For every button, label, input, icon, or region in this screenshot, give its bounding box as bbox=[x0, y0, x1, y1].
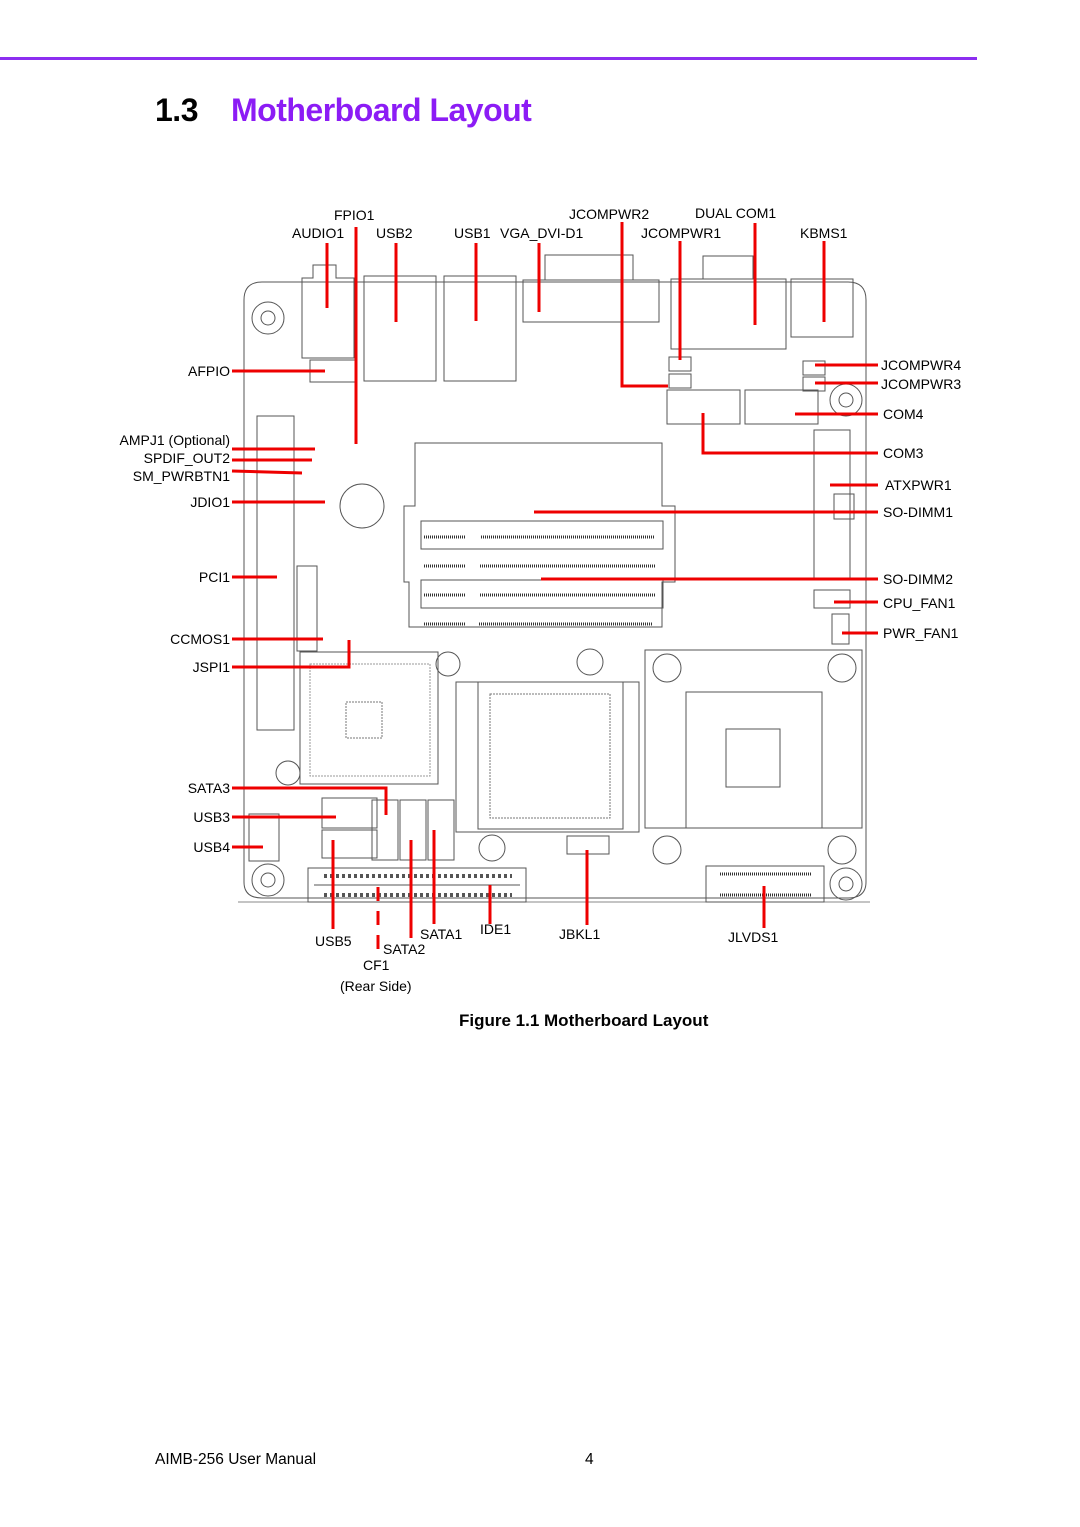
cpu-hole-br bbox=[827, 835, 857, 865]
usb2-connector bbox=[363, 275, 437, 382]
leader-sata3 bbox=[232, 786, 388, 815]
label-cpu-fan1: CPU_FAN1 bbox=[883, 595, 956, 611]
cpu-hole-tr bbox=[827, 653, 857, 683]
section-number: 1.3 bbox=[155, 92, 198, 128]
kbms-connector bbox=[790, 278, 854, 338]
chip-a-hole-tr bbox=[435, 651, 461, 677]
sata1-connector bbox=[427, 799, 455, 861]
pci-slot bbox=[256, 415, 295, 731]
label-sata1: SATA1 bbox=[420, 926, 462, 942]
cpu-fan-header bbox=[813, 589, 851, 609]
label-sata2: SATA2 bbox=[383, 941, 425, 957]
label-vga-dvi-d1: VGA_DVI-D1 bbox=[500, 225, 583, 241]
chip-b-hole-top bbox=[576, 648, 604, 676]
chip-a-hole-bl bbox=[275, 760, 301, 786]
mounting-hole-top-left bbox=[251, 301, 285, 335]
pwr-fan-header bbox=[831, 613, 850, 645]
leader-jspi1 bbox=[232, 640, 351, 669]
top-rule bbox=[0, 57, 977, 60]
label-jspi1: JSPI1 bbox=[193, 659, 231, 675]
chip-b-die bbox=[477, 681, 624, 830]
label-cf1: CF1 bbox=[363, 957, 390, 973]
cpu-socket-center bbox=[725, 728, 781, 788]
label-usb4: USB4 bbox=[193, 839, 230, 855]
label-sata3: SATA3 bbox=[188, 780, 230, 796]
dual-com-connector bbox=[670, 278, 787, 350]
label-ccmos1: CCMOS1 bbox=[170, 631, 230, 647]
jcompwr1-header bbox=[668, 373, 692, 389]
motherboard-diagram: FPIO1 AUDIO1 USB2 USB1 VGA_DVI-D1 JCOMPW… bbox=[120, 205, 962, 994]
label-fpio1: FPIO1 bbox=[334, 207, 375, 223]
so-dimm1-slot bbox=[420, 520, 664, 550]
label-jcompwr2: JCOMPWR2 bbox=[569, 206, 649, 222]
usb3-header bbox=[321, 797, 378, 829]
mounting-hole-right bbox=[829, 383, 863, 417]
vga-dvi-shell bbox=[544, 254, 634, 281]
label-ide1: IDE1 bbox=[480, 921, 511, 937]
label-cf1-note: (Rear Side) bbox=[340, 978, 412, 994]
atxpwr-latch bbox=[833, 493, 855, 520]
label-jcompwr3: JCOMPWR3 bbox=[881, 376, 961, 392]
label-com3: COM3 bbox=[883, 445, 924, 461]
label-usb5: USB5 bbox=[315, 933, 352, 949]
figure-caption: Figure 1.1 Motherboard Layout bbox=[459, 1011, 709, 1030]
usb1-connector bbox=[443, 275, 517, 382]
label-jcompwr1: JCOMPWR1 bbox=[641, 225, 721, 241]
label-jdio1: JDIO1 bbox=[190, 494, 230, 510]
vga-dvi-connector bbox=[522, 279, 660, 323]
label-usb2: USB2 bbox=[376, 225, 413, 241]
chip-a-die bbox=[309, 663, 431, 777]
label-com4: COM4 bbox=[883, 406, 924, 422]
section-heading: 1.3 Motherboard Layout bbox=[155, 92, 532, 129]
label-dual-com1: DUAL COM1 bbox=[695, 205, 776, 221]
label-jlvds1: JLVDS1 bbox=[728, 929, 779, 945]
chip-a-frame bbox=[299, 651, 439, 785]
label-usb3: USB3 bbox=[193, 809, 230, 825]
chip-b-frame bbox=[455, 681, 640, 833]
com-header-right bbox=[744, 389, 819, 425]
connector-labels: FPIO1 AUDIO1 USB2 USB1 VGA_DVI-D1 JCOMPW… bbox=[120, 205, 962, 994]
label-usb1: USB1 bbox=[454, 225, 491, 241]
usb5-header bbox=[321, 829, 378, 859]
mounting-hole-bottom-left bbox=[251, 863, 285, 897]
label-spdif-out2: SPDIF_OUT2 bbox=[144, 450, 231, 466]
section-title: Motherboard Layout bbox=[231, 92, 532, 128]
sata2-connector bbox=[399, 799, 427, 861]
footer-page-number: 4 bbox=[585, 1451, 594, 1468]
chip-a-center bbox=[345, 701, 383, 739]
buzzer bbox=[339, 483, 385, 529]
label-so-dimm1: SO-DIMM1 bbox=[883, 504, 953, 520]
label-atxpwr1: ATXPWR1 bbox=[885, 477, 952, 493]
label-afpio: AFPIO bbox=[188, 363, 230, 379]
label-sm-pwrbtn1: SM_PWRBTN1 bbox=[133, 468, 230, 484]
leader-jcompwr2 bbox=[620, 222, 668, 388]
board-outline bbox=[243, 281, 867, 899]
label-jbkl1: JBKL1 bbox=[559, 926, 600, 942]
label-pwr-fan1: PWR_FAN1 bbox=[883, 625, 959, 641]
leader-sm-pwrbtn bbox=[231, 469, 303, 475]
lvds-pins bbox=[720, 872, 812, 897]
label-kbms1: KBMS1 bbox=[800, 225, 848, 241]
label-pci1: PCI1 bbox=[199, 569, 230, 585]
label-ampj1: AMPJ1 (Optional) bbox=[120, 432, 230, 448]
leader-com3 bbox=[701, 413, 878, 455]
dual-com-shell bbox=[702, 255, 754, 280]
chip-b-core bbox=[489, 693, 611, 819]
leader-lines bbox=[231, 222, 878, 949]
jcompwr4-header bbox=[802, 360, 826, 376]
chip-b-hole-bottom bbox=[478, 834, 506, 862]
label-jcompwr4: JCOMPWR4 bbox=[881, 357, 961, 373]
cpu-hole-bl bbox=[652, 835, 682, 865]
mounting-hole-bottom-right bbox=[829, 867, 863, 901]
usb4-header bbox=[248, 813, 280, 862]
cpu-socket bbox=[685, 691, 823, 829]
cpu-hole-tl bbox=[652, 653, 682, 683]
label-audio1: AUDIO1 bbox=[292, 225, 344, 241]
label-so-dimm2: SO-DIMM2 bbox=[883, 571, 953, 587]
footer-manual-title: AIMB-256 User Manual bbox=[155, 1451, 317, 1468]
so-dimm-frame bbox=[403, 442, 676, 628]
